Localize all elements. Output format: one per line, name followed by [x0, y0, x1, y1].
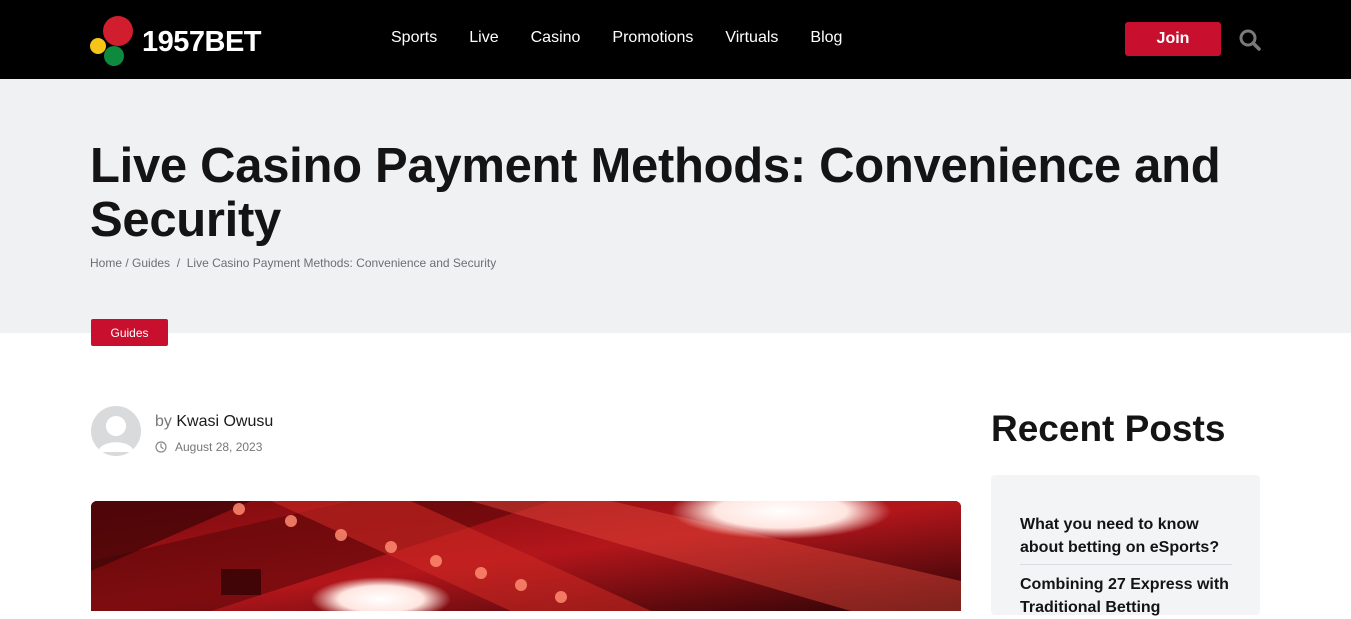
breadcrumb-current: Live Casino Payment Methods: Convenience… — [186, 256, 497, 270]
logo-red-dot — [103, 16, 133, 46]
search-icon[interactable] — [1238, 28, 1262, 52]
logo-wordmark: 1957BET — [142, 26, 262, 58]
breadcrumb: Home / Guides / Live Casino Payment Meth… — [90, 256, 496, 270]
top-navigation-bar: 1957BET Sports Live Casino Promotions Vi… — [0, 0, 1351, 79]
nav-item-promotions[interactable]: Promotions — [612, 28, 693, 48]
breadcrumb-guides[interactable]: Guides — [132, 256, 170, 270]
nav-item-virtuals[interactable]: Virtuals — [725, 28, 778, 48]
featured-image — [91, 501, 961, 611]
author-name[interactable]: Kwasi Owusu — [176, 413, 273, 430]
author-byline: by Kwasi Owusu — [155, 413, 273, 431]
join-button[interactable]: Join — [1125, 22, 1221, 56]
site-logo[interactable]: 1957BET — [90, 16, 275, 68]
author-avatar — [91, 406, 141, 456]
recent-post-link[interactable]: Combining 27 Express with Traditional Be… — [1020, 573, 1232, 619]
category-tag[interactable]: Guides — [91, 319, 168, 346]
nav-item-sports[interactable]: Sports — [391, 28, 437, 48]
logo-green-dot — [104, 46, 124, 66]
nav-item-blog[interactable]: Blog — [810, 28, 842, 48]
divider — [1020, 564, 1232, 565]
recent-posts-heading: Recent Posts — [991, 408, 1226, 449]
logo-yellow-dot — [90, 38, 106, 54]
byline-prefix: by — [155, 413, 172, 430]
clock-icon — [155, 441, 167, 453]
breadcrumb-separator: / — [170, 256, 187, 270]
post-date-text: August 28, 2023 — [175, 440, 263, 454]
main-nav: Sports Live Casino Promotions Virtuals B… — [391, 28, 874, 48]
recent-post-link[interactable]: What you need to know about betting on e… — [1020, 513, 1232, 559]
nav-item-casino[interactable]: Casino — [531, 28, 581, 48]
page-title: Live Casino Payment Methods: Convenience… — [90, 139, 1221, 247]
post-date: August 28, 2023 — [155, 440, 262, 454]
nav-item-live[interactable]: Live — [469, 28, 498, 48]
breadcrumb-separator: / — [122, 256, 133, 270]
breadcrumb-home[interactable]: Home — [90, 256, 122, 270]
